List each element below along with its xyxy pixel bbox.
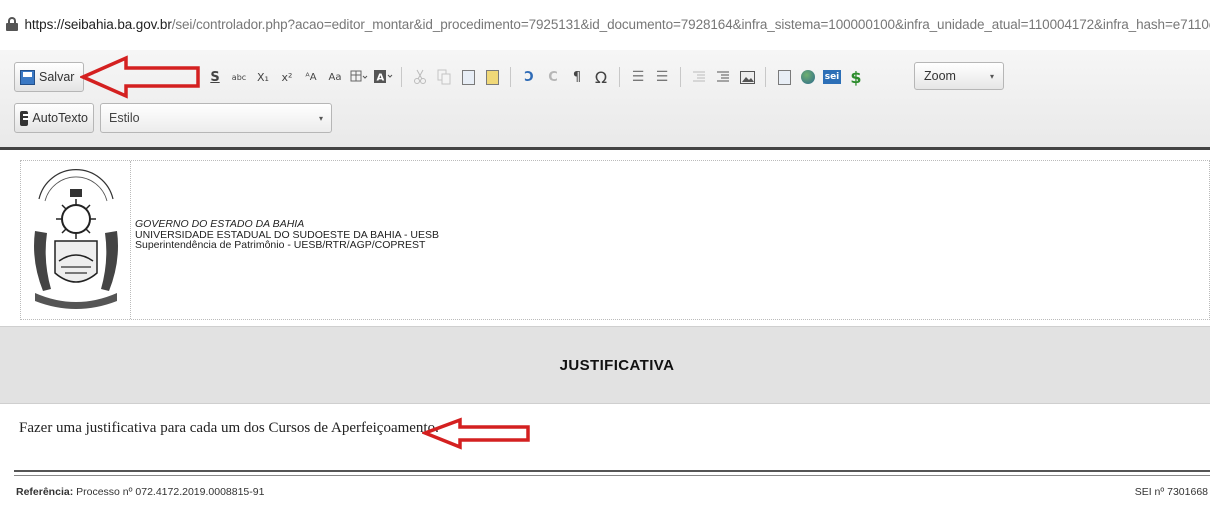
lock-icon xyxy=(6,17,18,31)
omega-icon[interactable]: Ω xyxy=(590,66,612,88)
spell-abc-icon[interactable]: abc xyxy=(228,66,250,88)
text-color-icon[interactable]: A xyxy=(372,66,394,88)
paste-icon[interactable] xyxy=(457,66,479,88)
dollar-icon[interactable]: $ xyxy=(845,66,867,88)
letterhead: GOVERNO DO ESTADO DA BAHIA UNIVERSIDADE … xyxy=(20,160,1210,320)
save-button[interactable]: Salvar xyxy=(14,62,84,92)
header-line-department: Superintendência de Patrimônio - UESB/RT… xyxy=(135,239,426,251)
toolbar-separator xyxy=(619,67,620,87)
address-bar[interactable]: https://seibahia.ba.gov.br/sei/controlad… xyxy=(0,0,1210,48)
style-select[interactable]: Estilo ▾ xyxy=(100,103,332,133)
globe-icon[interactable] xyxy=(797,66,819,88)
strikethrough-icon[interactable]: S xyxy=(204,66,226,88)
autotexto-icon xyxy=(20,110,31,126)
footer-divider xyxy=(14,470,1210,476)
document-body-paragraph[interactable]: Fazer uma justificativa para cada um dos… xyxy=(19,420,439,437)
superscript-icon[interactable]: x² xyxy=(276,66,298,88)
toolbar-separator xyxy=(680,67,681,87)
footer-reference-label: Referência: xyxy=(16,486,74,498)
bullet-list-icon[interactable]: ☰ xyxy=(651,66,673,88)
numbered-list-icon[interactable]: ☰ xyxy=(627,66,649,88)
zoom-dropdown[interactable]: Zoom ▾ xyxy=(914,62,1004,90)
bahia-coat-of-arms-icon xyxy=(34,169,118,309)
url-text[interactable]: https://seibahia.ba.gov.br/sei/controlad… xyxy=(24,17,1210,32)
uppercase-icon[interactable]: ᴬA xyxy=(300,66,322,88)
toolbar-separator xyxy=(510,67,511,87)
outdent-icon[interactable] xyxy=(688,66,710,88)
footer-reference-value: Processo nº 072.4172.2019.0008815-91 xyxy=(76,486,265,498)
footer-reference: Referência: Processo nº 072.4172.2019.00… xyxy=(16,486,264,498)
letterhead-text: GOVERNO DO ESTADO DA BAHIA UNIVERSIDADE … xyxy=(135,219,439,251)
indent-icon[interactable] xyxy=(712,66,734,88)
lowercase-icon[interactable]: Aa xyxy=(324,66,346,88)
document-footer: Referência: Processo nº 072.4172.2019.00… xyxy=(0,470,1210,506)
chevron-down-icon: ▾ xyxy=(318,113,323,123)
svg-text:A: A xyxy=(377,73,385,84)
redo-icon[interactable]: C xyxy=(542,66,564,88)
footer-sei-number: SEI nº 7301668 xyxy=(1134,486,1208,498)
annotation-arrow-body xyxy=(422,417,530,450)
paragraph-icon[interactable]: ¶ xyxy=(566,66,588,88)
image-icon[interactable] xyxy=(736,66,758,88)
document-icon[interactable] xyxy=(773,66,795,88)
paste-word-icon[interactable] xyxy=(481,66,503,88)
autotexto-button[interactable]: AutoTexto xyxy=(14,103,94,133)
table-icon[interactable] xyxy=(348,66,370,88)
sei-icon[interactable]: sei xyxy=(821,66,843,88)
undo-icon[interactable]: Ↄ xyxy=(518,66,540,88)
annotation-arrow-save xyxy=(80,55,200,99)
document-title: JUSTIFICATIVA xyxy=(559,356,675,374)
title-band: JUSTIFICATIVA xyxy=(0,326,1210,404)
coat-of-arms-cell xyxy=(21,161,131,319)
copy-icon[interactable] xyxy=(433,66,455,88)
save-icon xyxy=(20,69,35,85)
cut-icon[interactable] xyxy=(409,66,431,88)
document-area[interactable]: GOVERNO DO ESTADO DA BAHIA UNIVERSIDADE … xyxy=(0,152,1210,506)
subscript-icon[interactable]: X₁ xyxy=(252,66,274,88)
toolbar-separator xyxy=(401,67,402,87)
header-line-government: GOVERNO DO ESTADO DA BAHIA xyxy=(135,218,305,230)
chevron-down-icon: ▾ xyxy=(989,71,994,81)
format-group: S abc X₁ x² ᴬA Aa A Ↄ C ¶ Ω ☰ ☰ sei $ xyxy=(204,62,867,92)
toolbar-separator xyxy=(765,67,766,87)
